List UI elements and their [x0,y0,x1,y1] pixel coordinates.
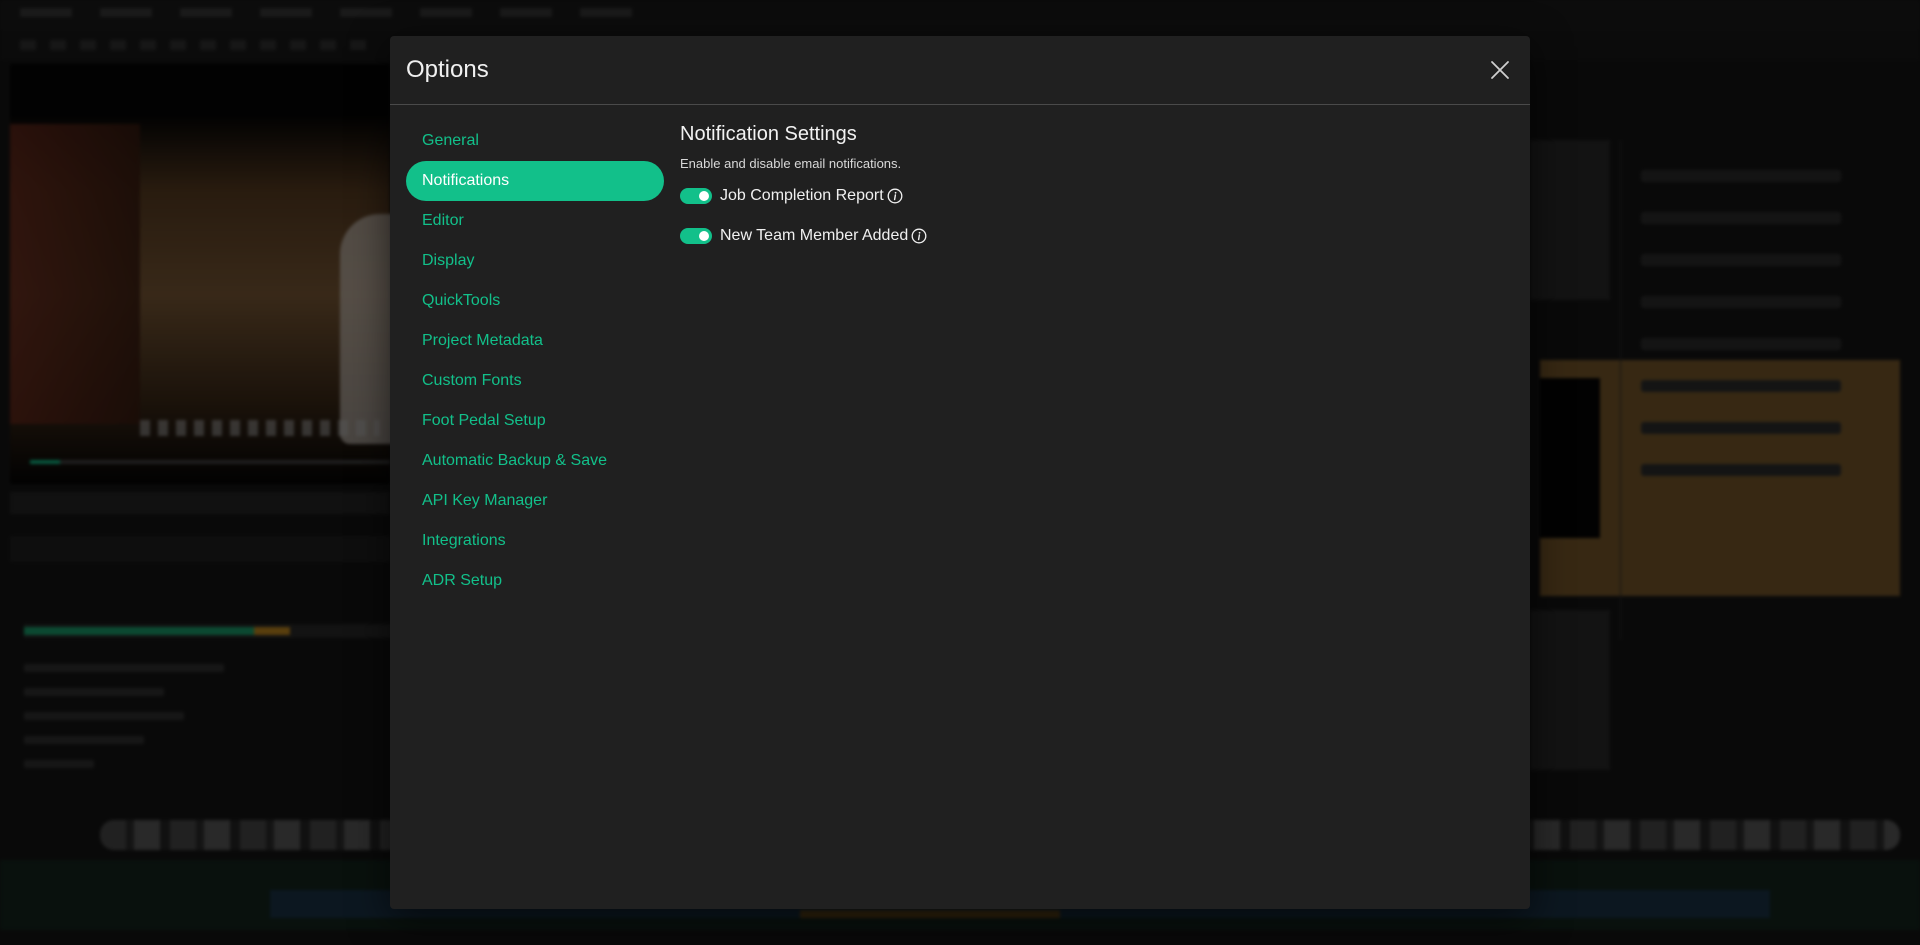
nav-item-custom-fonts[interactable]: Custom Fonts [406,361,664,401]
nav-item-adr-setup[interactable]: ADR Setup [406,561,664,601]
close-icon [1491,61,1509,79]
new-team-member-added-toggle[interactable] [680,228,712,244]
modal-header: Options [390,36,1530,105]
modal-title: Options [406,56,489,83]
modal-body: General Notifications Editor Display Qui… [390,105,1530,601]
nav-item-notifications[interactable]: Notifications [406,161,664,201]
nav-item-foot-pedal-setup[interactable]: Foot Pedal Setup [406,401,664,441]
toggle-row-new-team-member-added: New Team Member Added [680,225,928,247]
section-description: Enable and disable email notifications. [680,156,902,171]
nav-item-display[interactable]: Display [406,241,664,281]
nav-item-quicktools[interactable]: QuickTools [406,281,664,321]
notification-settings-panel: Notification Settings Enable and disable… [680,105,928,601]
options-modal: Options General Notifications Editor Dis… [390,36,1530,909]
toggle-label: New Team Member Added [720,227,909,244]
nav-item-general[interactable]: General [406,121,664,161]
toggle-label: Job Completion Report [720,187,884,204]
nav-item-editor[interactable]: Editor [406,201,664,241]
info-icon[interactable] [910,227,928,245]
toggle-row-job-completion-report: Job Completion Report [680,185,928,207]
nav-item-project-metadata[interactable]: Project Metadata [406,321,664,361]
section-title: Notification Settings [680,123,857,145]
nav-item-automatic-backup-save[interactable]: Automatic Backup & Save [406,441,664,481]
close-button[interactable] [1486,56,1514,84]
nav-item-api-key-manager[interactable]: API Key Manager [406,481,664,521]
options-sidebar: General Notifications Editor Display Qui… [390,105,680,601]
info-icon[interactable] [886,187,904,205]
job-completion-report-toggle[interactable] [680,188,712,204]
nav-item-integrations[interactable]: Integrations [406,521,664,561]
